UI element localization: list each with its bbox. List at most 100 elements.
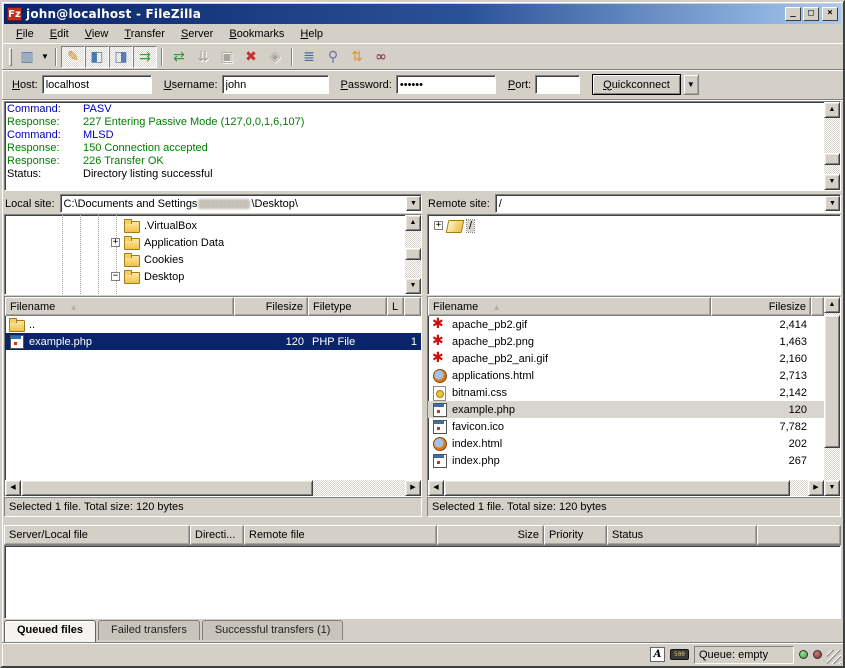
transfer-queue-body[interactable] xyxy=(4,545,841,619)
scrollbar-thumb[interactable] xyxy=(444,480,790,496)
menu-bar: FileEditViewTransferServerBookmarksHelp xyxy=(2,24,843,44)
collapse-icon[interactable]: − xyxy=(111,272,120,281)
file-row-apache-pb2-ani-gif[interactable]: apache_pb2_ani.gif2,160 xyxy=(428,350,824,367)
queue-column-remote-file[interactable]: Remote file xyxy=(244,525,437,545)
menu-item-file[interactable]: File xyxy=(8,26,42,42)
local-site-combo[interactable]: C:\Documents and Settings\Desktop\ ▼ xyxy=(60,194,422,213)
scrollbar-thumb[interactable] xyxy=(21,480,313,496)
column-header-filesize[interactable]: Filesize xyxy=(234,297,308,316)
scrollbar-thumb[interactable] xyxy=(824,315,840,449)
file-row-index-html[interactable]: index.html202 xyxy=(428,435,824,452)
file-row-index-php[interactable]: index.php267 xyxy=(428,452,824,469)
scroll-up-icon[interactable]: ▲ xyxy=(824,297,840,313)
local-hscrollbar[interactable]: ◀ ▶ xyxy=(5,480,421,496)
file-row-apache-pb2-gif[interactable]: apache_pb2.gif2,414 xyxy=(428,316,824,333)
disconnect-button[interactable]: ✖ xyxy=(239,46,263,68)
toggle-local-tree-button[interactable]: ◧ xyxy=(85,46,109,68)
file-row-applications-html[interactable]: applications.html2,713 xyxy=(428,367,824,384)
local-tree-scrollbar[interactable]: ▲ ▼ xyxy=(405,215,421,294)
expand-icon[interactable]: + xyxy=(111,238,120,247)
scroll-down-icon[interactable]: ▼ xyxy=(824,480,840,496)
file-row-apache-pb2-png[interactable]: apache_pb2.png1,463 xyxy=(428,333,824,350)
combo-dropdown-icon[interactable]: ▼ xyxy=(406,196,421,211)
queue-column-size[interactable]: Size xyxy=(437,525,544,545)
close-button[interactable]: × xyxy=(822,7,838,21)
tree-item-application-data[interactable]: +Application Data xyxy=(111,234,405,251)
scroll-down-icon[interactable]: ▼ xyxy=(405,278,421,294)
file-row-example-php[interactable]: example.php120 xyxy=(428,401,824,418)
password-input[interactable] xyxy=(396,75,496,94)
scroll-left-icon[interactable]: ◀ xyxy=(428,480,444,496)
filter-button[interactable]: ≣ xyxy=(297,46,321,68)
toggle-message-log-button[interactable]: ✎ xyxy=(61,46,85,68)
menu-item-server[interactable]: Server xyxy=(173,26,221,42)
column-header-l[interactable]: L xyxy=(387,297,404,316)
combo-dropdown-icon[interactable]: ▼ xyxy=(825,196,840,211)
directory-comparison-button[interactable]: ⚲ xyxy=(321,46,345,68)
scroll-right-icon[interactable]: ▶ xyxy=(808,480,824,496)
synchronized-browsing-button[interactable]: ⇅ xyxy=(345,46,369,68)
queue-column-server-local-file[interactable]: Server/Local file xyxy=(4,525,190,545)
site-manager-button[interactable]: ▥ xyxy=(15,46,39,68)
file-row-favicon-ico[interactable]: favicon.ico7,782 xyxy=(428,418,824,435)
site-manager-dropdown-icon[interactable]: ▼ xyxy=(39,46,51,68)
scroll-left-icon[interactable]: ◀ xyxy=(5,480,21,496)
quickconnect-dropdown-arrow-icon[interactable]: ▼ xyxy=(683,74,699,95)
menu-item-bookmarks[interactable]: Bookmarks xyxy=(221,26,292,42)
message-log-scrollbar[interactable]: ▲ ▼ xyxy=(824,102,840,190)
username-input[interactable] xyxy=(222,75,329,94)
file-row-[interactable]: .. xyxy=(5,316,421,333)
port-input[interactable] xyxy=(535,75,580,94)
column-header-label: Server/Local file xyxy=(9,529,88,541)
modified-cell xyxy=(387,316,421,333)
column-header-filename[interactable]: Filename▲ xyxy=(428,297,711,316)
resize-grip[interactable] xyxy=(827,650,841,664)
scroll-right-icon[interactable]: ▶ xyxy=(405,480,421,496)
toggle-queue-button[interactable]: ⇉ xyxy=(133,46,157,68)
scrollbar-thumb[interactable] xyxy=(405,248,421,260)
tab-queued-files[interactable]: Queued files xyxy=(4,620,96,642)
column-header-filetype[interactable]: Filetype xyxy=(308,297,387,316)
tree-item-desktop[interactable]: −Desktop xyxy=(111,268,405,285)
splitter-sash[interactable] xyxy=(2,518,843,525)
menu-item-edit[interactable]: Edit xyxy=(42,26,77,42)
tree-item-virtualbox[interactable]: .VirtualBox xyxy=(111,217,405,234)
expand-icon[interactable]: + xyxy=(434,221,443,230)
site-panes: Local site: C:\Documents and Settings\De… xyxy=(2,192,843,296)
quickconnect-bar: Host: Username: Password: Port: Quickcon… xyxy=(2,70,843,100)
remote-site-combo[interactable]: / ▼ xyxy=(495,194,841,213)
queue-column-priority[interactable]: Priority xyxy=(544,525,607,545)
menu-item-transfer[interactable]: Transfer xyxy=(116,26,173,42)
filesize-cell: 120 xyxy=(711,401,811,418)
maximize-button[interactable]: □ xyxy=(803,7,819,21)
refresh-button[interactable]: ⇄ xyxy=(167,46,191,68)
remote-site-label: Remote site: xyxy=(427,198,495,210)
file-row-example-php[interactable]: example.php120PHP File1 xyxy=(5,333,421,350)
column-header-label: Filesize xyxy=(769,301,806,313)
column-header-label: Filename xyxy=(433,301,478,313)
queue-column-status[interactable]: Status xyxy=(607,525,757,545)
file-row-bitnami-css[interactable]: bitnami.css2,142 xyxy=(428,384,824,401)
tree-item-[interactable]: +/ xyxy=(434,217,840,234)
minimize-button[interactable]: _ xyxy=(785,7,801,21)
filename-text: favicon.ico xyxy=(452,421,504,433)
quickconnect-button[interactable]: Quickconnect xyxy=(592,74,681,95)
menu-item-view[interactable]: View xyxy=(77,26,117,42)
tree-item-cookies[interactable]: Cookies xyxy=(111,251,405,268)
tab-failed-transfers[interactable]: Failed transfers xyxy=(98,620,200,640)
scrollbar-thumb[interactable] xyxy=(824,153,840,165)
tab-successful-transfers-1[interactable]: Successful transfers (1) xyxy=(202,620,344,640)
remote-hscrollbar[interactable]: ◀ ▶ xyxy=(428,480,824,496)
find-files-button[interactable]: ∞ xyxy=(369,46,393,68)
menu-item-help[interactable]: Help xyxy=(292,26,331,42)
column-header-label: Filename xyxy=(10,301,55,313)
scroll-down-icon[interactable]: ▼ xyxy=(824,174,840,190)
scroll-up-icon[interactable]: ▲ xyxy=(824,102,840,118)
toggle-remote-tree-button[interactable]: ◨ xyxy=(109,46,133,68)
host-input[interactable] xyxy=(42,75,152,94)
scroll-up-icon[interactable]: ▲ xyxy=(405,215,421,231)
remote-vscrollbar[interactable]: ▲ ▼ xyxy=(824,297,840,496)
queue-column-directi[interactable]: Directi... xyxy=(190,525,244,545)
column-header-filesize[interactable]: Filesize xyxy=(711,297,811,316)
column-header-filename[interactable]: Filename▲ xyxy=(5,297,234,316)
